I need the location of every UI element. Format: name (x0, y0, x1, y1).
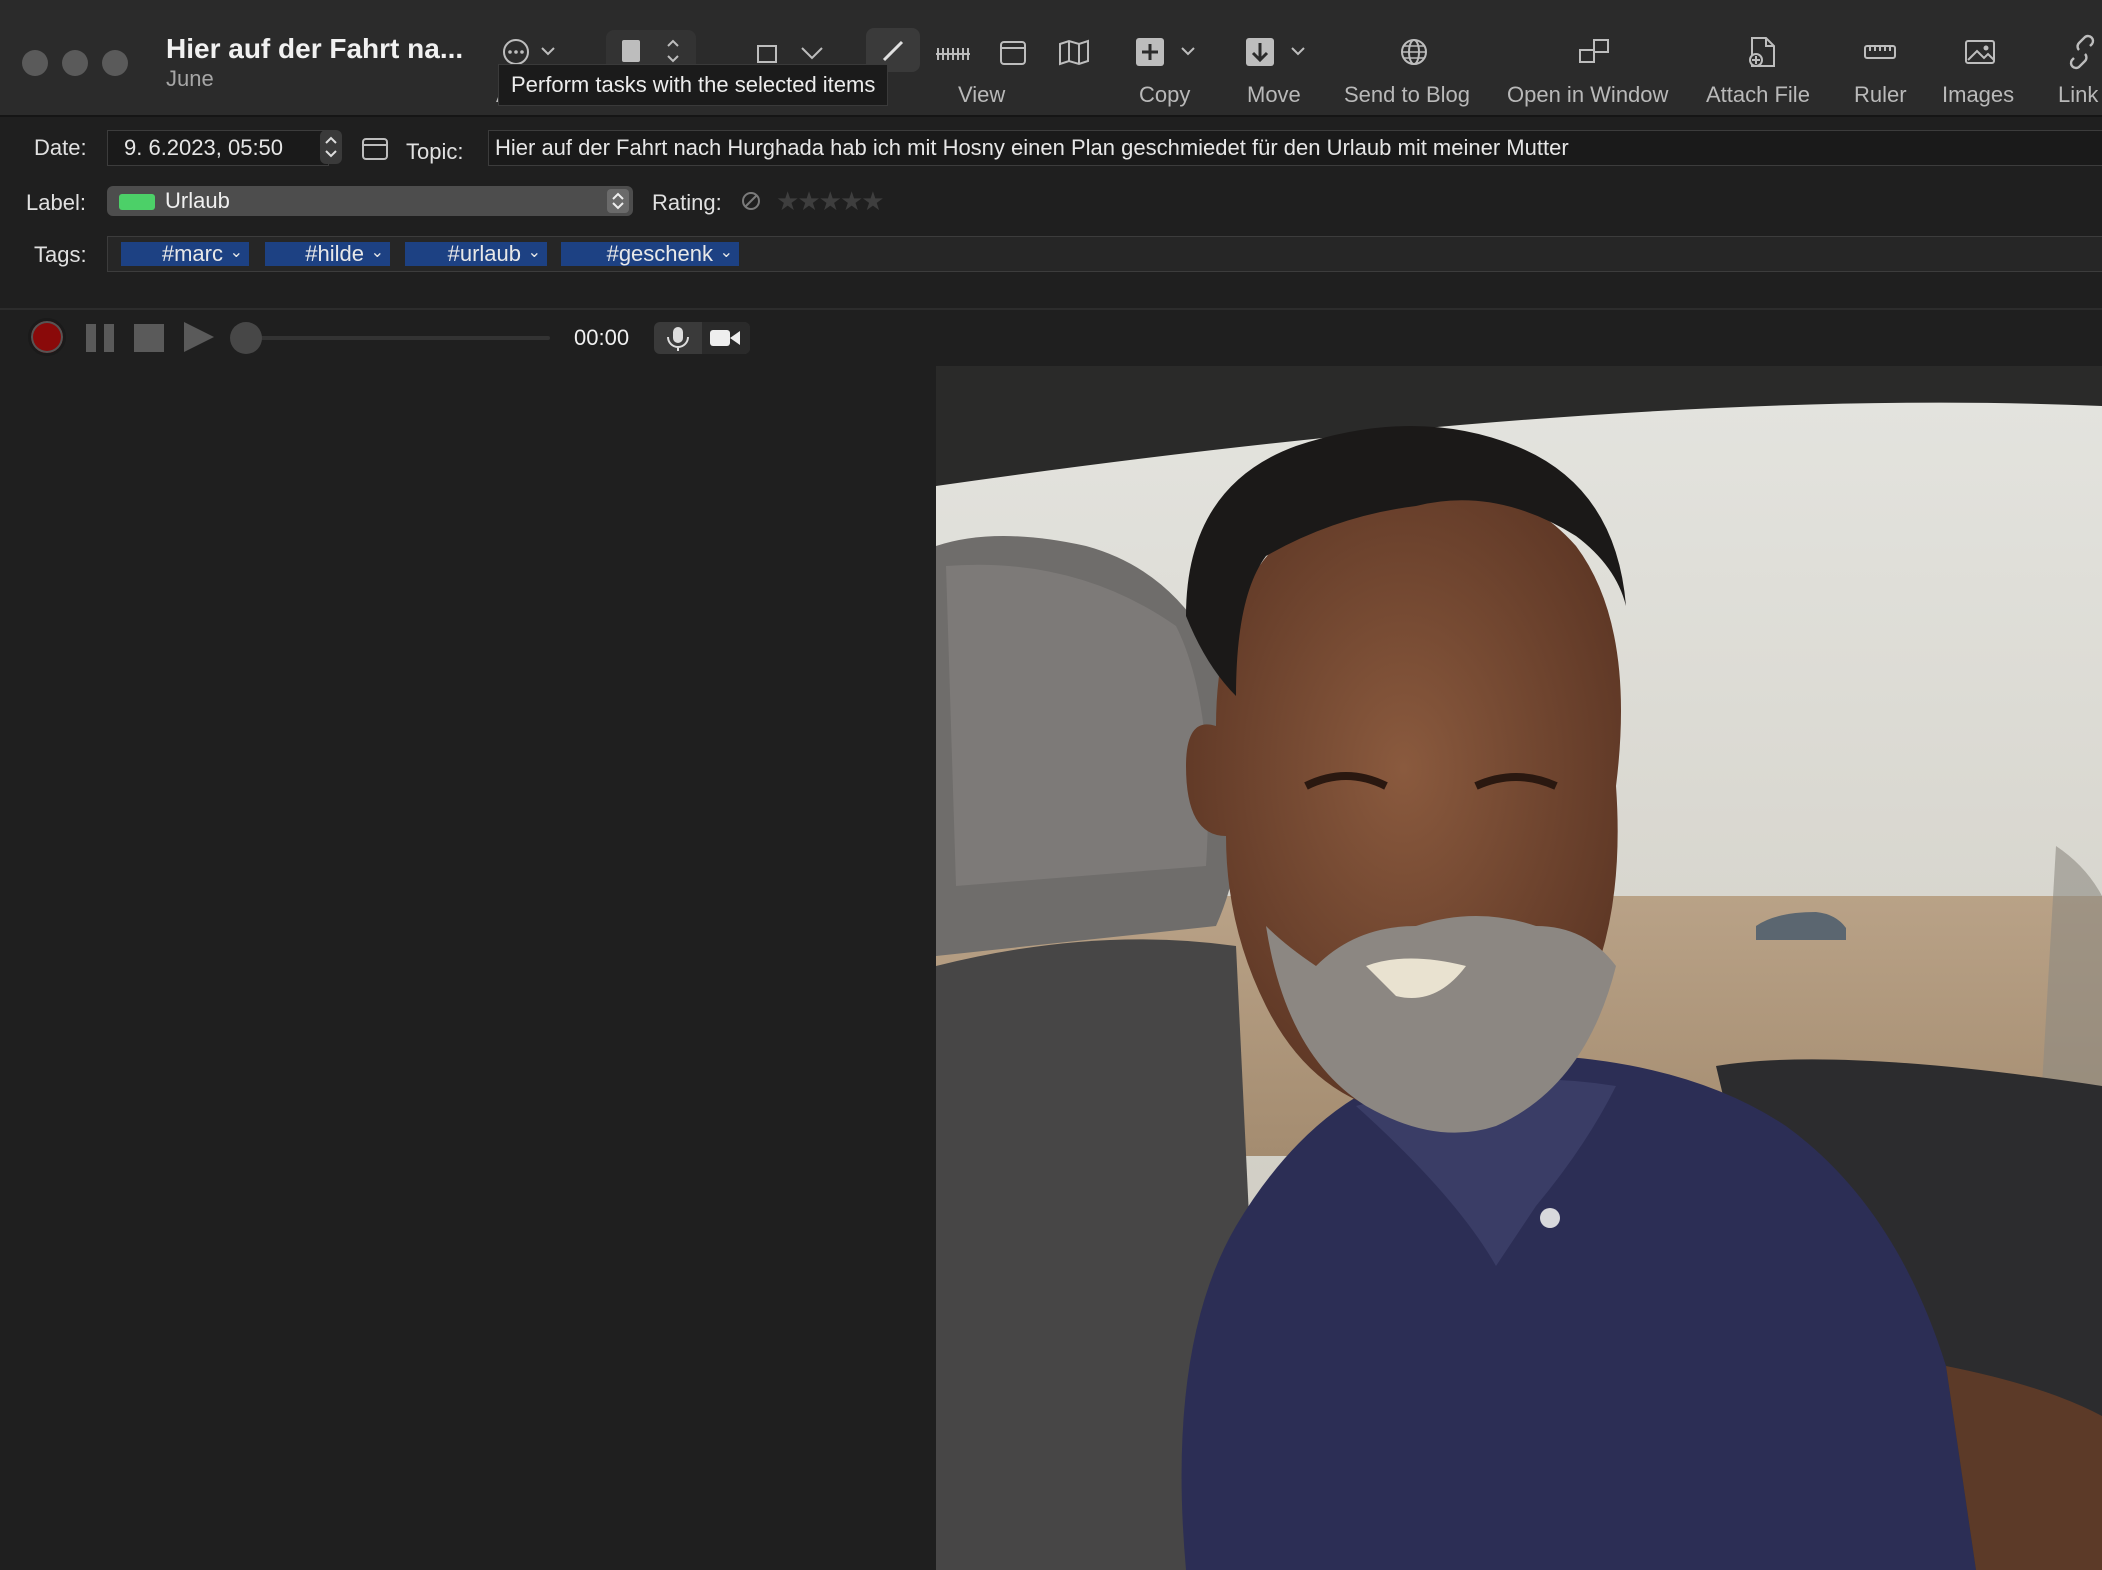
star-icon[interactable]: ★ (819, 186, 842, 216)
images-button[interactable] (1962, 34, 1998, 70)
calendar-icon (1000, 41, 1026, 65)
chevron-down-icon: ⌄ (719, 244, 733, 261)
playback-scrubber[interactable] (230, 322, 262, 354)
zoom-window-button[interactable] (102, 50, 128, 76)
tag-label: #marc (161, 241, 223, 266)
label-label: Label: (26, 190, 86, 215)
copy-document-icon (1136, 38, 1195, 66)
microphone-icon (667, 327, 689, 351)
clear-rating-button[interactable] (740, 190, 762, 212)
video-camera-icon (710, 330, 740, 346)
date-field[interactable]: 9. 6.2023, 05:50 (107, 130, 329, 166)
photo-icon (1965, 40, 1995, 64)
no-rating-icon (742, 192, 760, 210)
window-title: Hier auf der Fahrt na... (166, 33, 464, 64)
link-icon (2069, 34, 2095, 70)
label-select[interactable]: Urlaub (107, 186, 633, 216)
pause-button[interactable] (84, 322, 120, 354)
copy-button[interactable] (1132, 34, 1198, 70)
play-button[interactable] (180, 320, 216, 354)
rating-label: Rating: (652, 190, 722, 215)
chevron-updown-icon (607, 189, 629, 213)
label-value: Urlaub (165, 188, 230, 213)
open-in-window-label[interactable]: Open in Window (1507, 82, 1668, 108)
topic-field[interactable]: Hier auf der Fahrt nach Hurghada hab ich… (488, 130, 2102, 166)
map-icon (1059, 39, 1089, 66)
map-view-button[interactable] (1054, 36, 1094, 68)
send-to-blog-button[interactable] (1396, 34, 1432, 70)
date-label: Date: (34, 135, 87, 160)
tag-label: #geschenk (606, 241, 713, 266)
tag-label: #hilde (305, 241, 364, 266)
chevron-down-icon: ⌄ (527, 244, 541, 261)
ruler-icon (1864, 45, 1896, 59)
rating-stars[interactable]: ★★★★★ (776, 186, 896, 216)
label-color-swatch (119, 194, 155, 210)
calendar-view-button[interactable] (996, 36, 1032, 68)
attach-file-button[interactable] (1744, 34, 1780, 70)
ruler-button[interactable] (1862, 34, 1898, 70)
open-window-icon (1579, 39, 1609, 63)
topic-label: Topic: (406, 139, 464, 164)
window-subtitle: June (166, 66, 214, 91)
tag-label: #urlaub (447, 241, 521, 266)
attach-document-icon (1749, 37, 1775, 67)
date-stepper[interactable] (320, 130, 342, 164)
chevron-down-icon: ⌄ (370, 244, 384, 261)
link-button[interactable] (2064, 34, 2100, 70)
media-type-toggle[interactable] (654, 322, 750, 354)
pause-icon (86, 324, 114, 352)
audio-mode-button[interactable] (654, 322, 702, 354)
send-to-blog-label[interactable]: Send to Blog (1344, 82, 1470, 108)
move-button-label[interactable]: Move (1247, 82, 1301, 108)
chevron-down-icon: ⌄ (229, 244, 243, 261)
star-icon[interactable]: ★ (776, 186, 799, 216)
close-window-button[interactable] (22, 50, 48, 76)
globe-icon (1401, 39, 1427, 65)
attach-file-label[interactable]: Attach File (1706, 82, 1810, 108)
entry-photo (936, 366, 2102, 1570)
tag-hilde[interactable]: #hilde ⌄ (265, 242, 390, 266)
move-button[interactable] (1242, 34, 1308, 70)
divider (0, 308, 2102, 310)
calendar-icon (362, 138, 388, 160)
calendar-picker-button[interactable] (360, 134, 390, 164)
playback-time: 00:00 (574, 325, 630, 350)
star-icon[interactable]: ★ (840, 186, 863, 216)
star-icon[interactable]: ★ (797, 186, 820, 216)
ruler-label[interactable]: Ruler (1854, 82, 1907, 108)
stepper-arrows-icon (325, 136, 337, 158)
copy-button-label[interactable]: Copy (1139, 82, 1190, 108)
images-label[interactable]: Images (1942, 82, 2014, 108)
tags-label: Tags: (34, 242, 87, 267)
tooltip: Perform tasks with the selected items (498, 64, 889, 106)
star-icon[interactable]: ★ (861, 186, 884, 216)
stop-icon (134, 324, 164, 352)
tag-marc[interactable]: #marc ⌄ (121, 242, 249, 266)
ruler-marks-icon (936, 48, 970, 60)
stop-button[interactable] (132, 322, 166, 354)
view-button-label[interactable]: View (958, 82, 1005, 108)
video-mode-button[interactable] (702, 322, 750, 354)
move-document-icon (1246, 38, 1305, 66)
playback-track[interactable] (244, 336, 550, 340)
tag-urlaub[interactable]: #urlaub ⌄ (405, 242, 547, 266)
tag-geschenk[interactable]: #geschenk ⌄ (561, 242, 739, 266)
record-button[interactable] (28, 318, 66, 356)
ruler-marks-button[interactable] (934, 36, 974, 68)
open-in-window-button[interactable] (1576, 34, 1612, 70)
photo-man-in-car (936, 366, 2102, 1570)
play-icon (184, 322, 214, 352)
minimize-window-button[interactable] (62, 50, 88, 76)
link-label[interactable]: Link (2058, 82, 2098, 108)
